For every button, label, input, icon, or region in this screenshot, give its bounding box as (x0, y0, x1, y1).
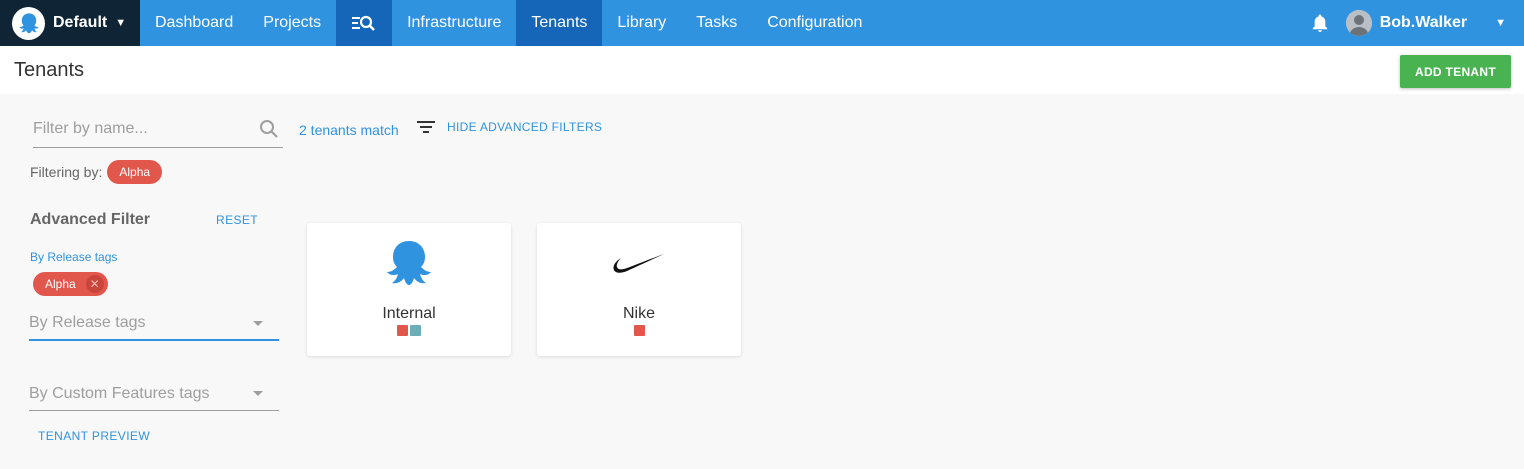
nav-tenants[interactable]: Tenants (516, 0, 603, 46)
release-tags-select[interactable]: By Release tags (29, 307, 279, 341)
octopus-logo-icon (307, 239, 511, 289)
avatar (1345, 10, 1372, 36)
top-navigation-bar: Default ▼ Dashboard Projects Infrastruct… (0, 0, 1524, 46)
tenant-preview-button[interactable]: TENANT PREVIEW (38, 429, 150, 443)
user-name: Bob.Walker (1379, 14, 1468, 31)
space-switcher[interactable]: Default ▼ (0, 0, 140, 46)
space-name: Default (53, 14, 108, 31)
chevron-down-icon: ▼ (1495, 17, 1506, 29)
filter-list-icon (417, 121, 435, 133)
search-deployments-icon (352, 15, 375, 31)
tenant-tags (307, 325, 511, 336)
octopus-logo-icon (12, 6, 45, 40)
nav-search-button[interactable] (336, 0, 393, 46)
dropdown-arrow-icon (253, 321, 263, 326)
release-tags-select-placeholder: By Release tags (29, 314, 146, 331)
tenant-card-nike[interactable]: Nike (537, 223, 741, 356)
nav-dashboard[interactable]: Dashboard (140, 0, 248, 46)
match-count: 2 tenants match (299, 122, 399, 138)
tenant-card-internal[interactable]: Internal (307, 223, 511, 356)
nav-right-group: Bob.Walker ▼ (1300, 0, 1524, 46)
search-icon[interactable] (259, 119, 279, 139)
custom-features-select-placeholder: By Custom Features tags (29, 384, 210, 402)
dropdown-arrow-icon (253, 391, 263, 396)
release-tags-label: By Release tags (30, 250, 118, 264)
tag-swatch-alpha (633, 325, 645, 336)
add-tenant-button[interactable]: ADD TENANT (1400, 55, 1511, 88)
nav-configuration[interactable]: Configuration (752, 0, 877, 46)
custom-features-tags-select[interactable]: By Custom Features tags (29, 377, 279, 411)
page-header: Tenants ADD TENANT (0, 46, 1524, 94)
filter-name-input[interactable] (33, 112, 253, 146)
reset-button[interactable]: RESET (216, 213, 258, 227)
close-icon[interactable]: ✕ (85, 275, 104, 293)
tag-swatch-alpha (397, 325, 408, 336)
hide-advanced-filters-button[interactable]: HIDE ADVANCED FILTERS (416, 120, 602, 134)
nav-library[interactable]: Library (602, 0, 681, 46)
filter-name-field (33, 112, 283, 148)
tenant-name: Nike (622, 305, 655, 322)
user-menu[interactable]: Bob.Walker ▼ (1345, 10, 1524, 36)
tenant-name: Internal (382, 305, 436, 322)
nike-swoosh-icon (537, 253, 741, 275)
filter-chip-alpha[interactable]: Alpha (107, 160, 163, 184)
nav-infrastructure[interactable]: Infrastructure (392, 0, 516, 46)
page-title: Tenants (14, 58, 85, 81)
filtering-by: Filtering by: Alpha (30, 160, 163, 184)
filtering-by-label: Filtering by: (30, 164, 103, 180)
nav-tasks[interactable]: Tasks (681, 0, 752, 46)
tenant-tags (537, 325, 741, 336)
chevron-down-icon: ▼ (115, 17, 127, 29)
hide-advanced-filters-label: HIDE ADVANCED FILTERS (447, 120, 603, 134)
tag-swatch-teal (410, 325, 421, 336)
bell-icon[interactable] (1300, 14, 1340, 33)
nav-projects[interactable]: Projects (248, 0, 336, 46)
release-tag-chip-alpha: Alpha ✕ (33, 272, 108, 296)
release-tag-chip-label: Alpha (45, 277, 76, 291)
advanced-filter-title: Advanced Filter (30, 211, 151, 228)
